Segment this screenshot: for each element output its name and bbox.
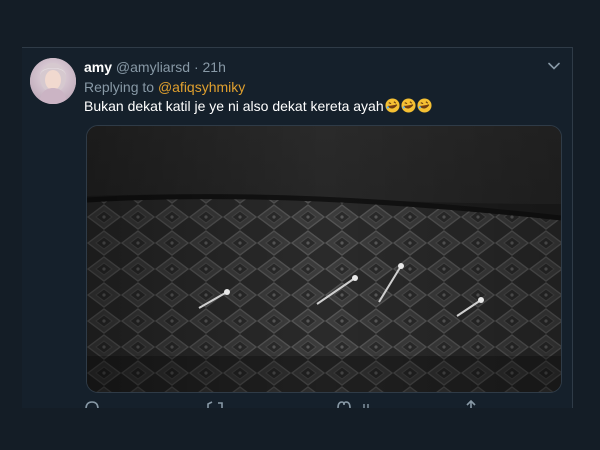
replying-to-label: Replying to xyxy=(84,79,155,95)
user-handle[interactable]: @amyliarsd xyxy=(116,59,190,75)
avatar[interactable] xyxy=(30,58,76,104)
timestamp[interactable]: 21h xyxy=(203,59,226,75)
reply-mention-link[interactable]: @afiqsyhmiky xyxy=(158,79,245,95)
tweet-header: amy @amyliarsd · 21h xyxy=(84,59,226,76)
display-name[interactable]: amy xyxy=(84,59,112,75)
replying-to: Replying to @afiqsyhmiky xyxy=(84,79,245,96)
reply-icon[interactable] xyxy=(84,400,100,408)
tweet-photo[interactable] xyxy=(86,125,562,393)
tweet-card[interactable]: amy @amyliarsd · 21h Replying to @afiqsy… xyxy=(22,47,573,408)
tweet-text: Bukan dekat katil je ye ni also dekat ke… xyxy=(84,98,432,115)
retweet-icon[interactable] xyxy=(206,400,224,408)
tweet-body: Bukan dekat katil je ye ni also dekat ke… xyxy=(84,98,384,114)
share-icon[interactable] xyxy=(464,400,478,408)
tweet-actions xyxy=(84,400,564,408)
rolling-on-floor-laughing-icon xyxy=(417,98,432,113)
avatar-photo xyxy=(30,58,76,104)
separator-dot: · xyxy=(193,59,199,75)
page: amy @amyliarsd · 21h Replying to @afiqsy… xyxy=(0,0,600,450)
photo-car-seat-pins xyxy=(87,126,561,392)
like-count-icon xyxy=(363,404,369,408)
chevron-down-icon[interactable] xyxy=(548,62,560,70)
rolling-on-floor-laughing-icon xyxy=(401,98,416,113)
heart-icon[interactable] xyxy=(336,400,352,408)
rolling-on-floor-laughing-icon xyxy=(385,98,400,113)
